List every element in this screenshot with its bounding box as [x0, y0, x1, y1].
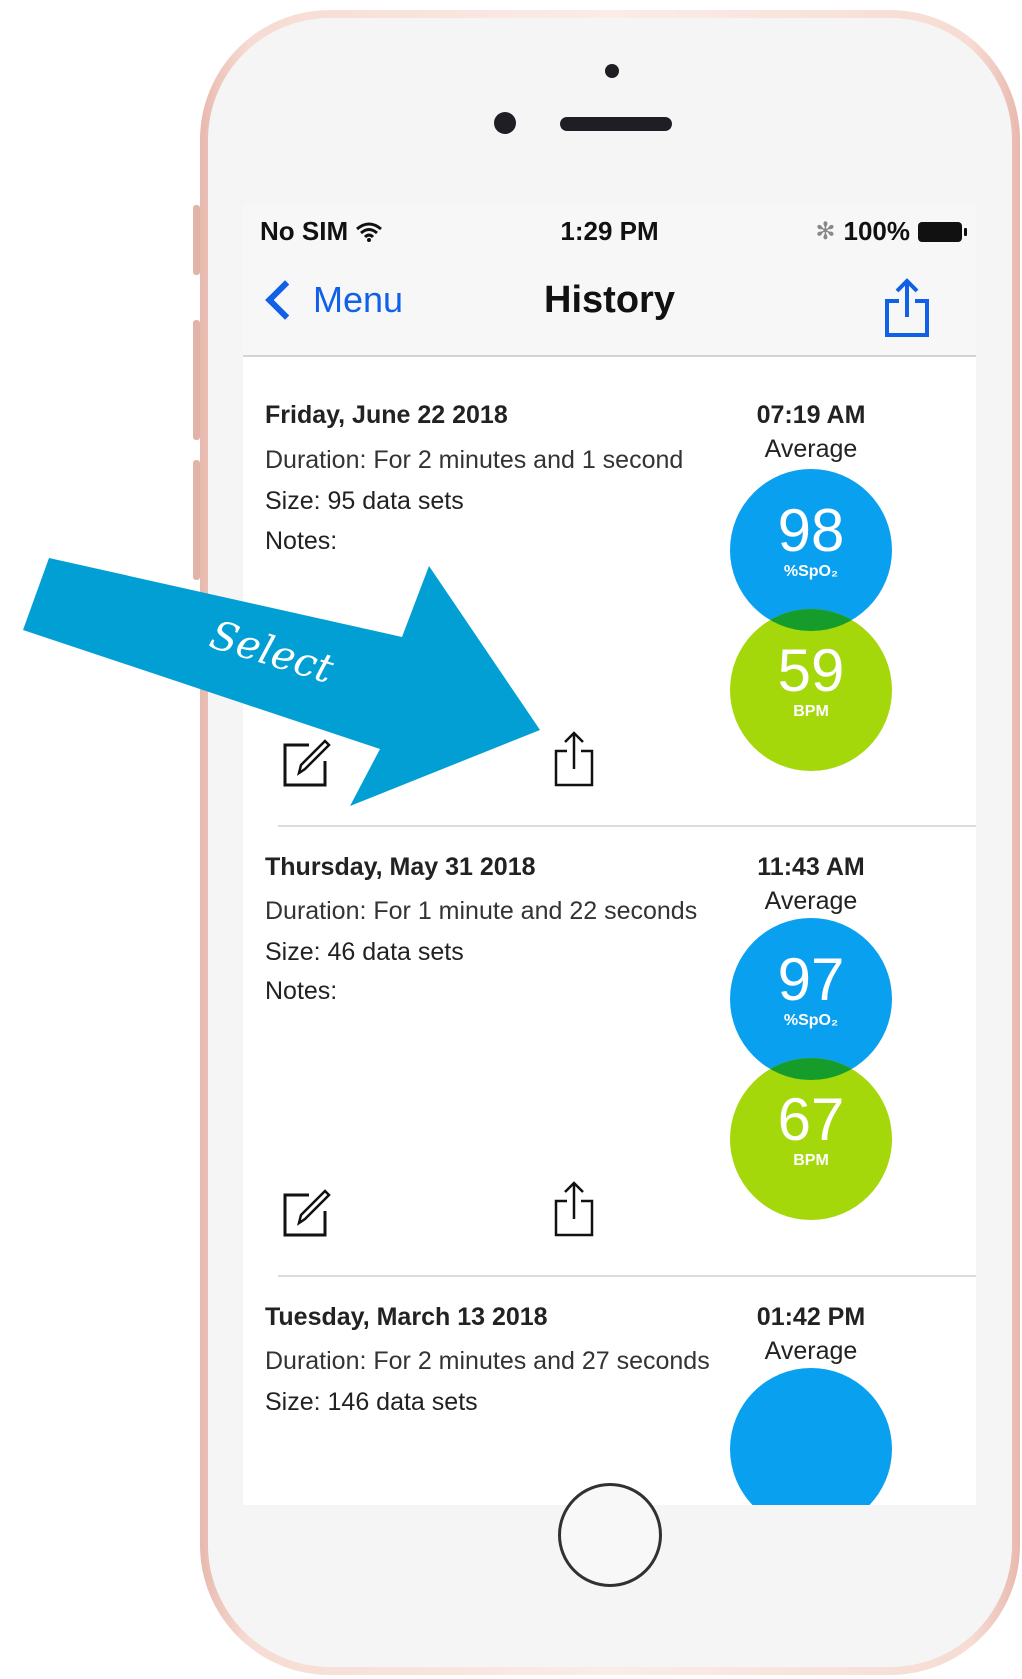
circle-overlap [730, 1058, 892, 1080]
volume-up-button [193, 320, 200, 440]
history-entry[interactable]: Tuesday, March 13 2018 Duration: For 2 m… [243, 1277, 976, 1505]
spo2-circle: 98 %SpO₂ [730, 469, 892, 631]
entry-size: Size: 146 data sets [265, 1388, 478, 1416]
spo2-circle [730, 1368, 892, 1505]
entry-date: Tuesday, March 13 2018 [265, 1303, 548, 1331]
share-entry-icon[interactable] [553, 1179, 595, 1239]
entry-time: 01:42 PM [756, 1303, 866, 1331]
entry-date: Friday, June 22 2018 [265, 401, 508, 429]
history-entry[interactable]: Friday, June 22 2018 Duration: For 2 min… [243, 357, 976, 827]
circle-overlap [730, 609, 892, 631]
spo2-value: 97 [777, 946, 845, 1013]
edit-notes-icon[interactable] [281, 737, 333, 789]
bpm-value: 67 [777, 1086, 845, 1153]
average-label: Average [764, 887, 858, 915]
earpiece-speaker [560, 117, 672, 131]
volume-down-button [193, 460, 200, 580]
bluetooth-icon: ✻ [815, 218, 836, 245]
entry-duration: Duration: For 2 minutes and 27 seconds [265, 1347, 710, 1375]
share-all-button[interactable] [883, 277, 931, 339]
spo2-unit: %SpO₂ [783, 563, 839, 580]
battery-icon [918, 221, 967, 242]
average-label: Average [764, 1337, 858, 1365]
spo2-unit: %SpO₂ [783, 1012, 839, 1029]
status-bar: No SIM 1:29 PM ✻ 100% [243, 205, 976, 255]
page: No SIM 1:29 PM ✻ 100% Menu History Frida… [0, 0, 1022, 1679]
entry-time: 11:43 AM [757, 853, 865, 881]
page-title: History [544, 279, 675, 321]
entry-date: Thursday, May 31 2018 [265, 853, 536, 881]
average-label: Average [764, 435, 858, 463]
entry-notes: Notes: [265, 527, 338, 555]
entry-time: 07:19 AM [756, 401, 866, 429]
home-button[interactable] [558, 1483, 662, 1587]
bpm-value: 59 [777, 637, 845, 704]
bpm-circle: 67 BPM [730, 1058, 892, 1220]
share-entry-icon[interactable] [553, 729, 595, 789]
spo2-circle: 97 %SpO₂ [730, 918, 892, 1080]
entry-size: Size: 95 data sets [265, 487, 464, 515]
screen: No SIM 1:29 PM ✻ 100% Menu History Frida… [243, 205, 976, 1505]
edit-notes-icon[interactable] [281, 1187, 333, 1239]
front-camera [494, 112, 516, 134]
mute-switch [193, 205, 200, 275]
status-right: ✻ 100% [815, 216, 967, 247]
bpm-unit: BPM [793, 703, 829, 720]
navigation-bar: Menu History [243, 255, 976, 357]
history-entry[interactable]: Thursday, May 31 2018 Duration: For 1 mi… [243, 827, 976, 1297]
history-list: Friday, June 22 2018 Duration: For 2 min… [243, 357, 976, 1505]
battery-percent: 100% [843, 216, 911, 246]
entry-duration: Duration: For 2 minutes and 1 second [265, 446, 684, 474]
bpm-unit: BPM [793, 1152, 829, 1169]
entry-duration: Duration: For 1 minute and 22 seconds [265, 897, 698, 925]
spo2-value: 98 [777, 497, 845, 564]
entry-size: Size: 46 data sets [265, 938, 464, 966]
entry-notes: Notes: [265, 977, 338, 1005]
bpm-circle: 59 BPM [730, 609, 892, 771]
proximity-sensor [605, 64, 619, 78]
